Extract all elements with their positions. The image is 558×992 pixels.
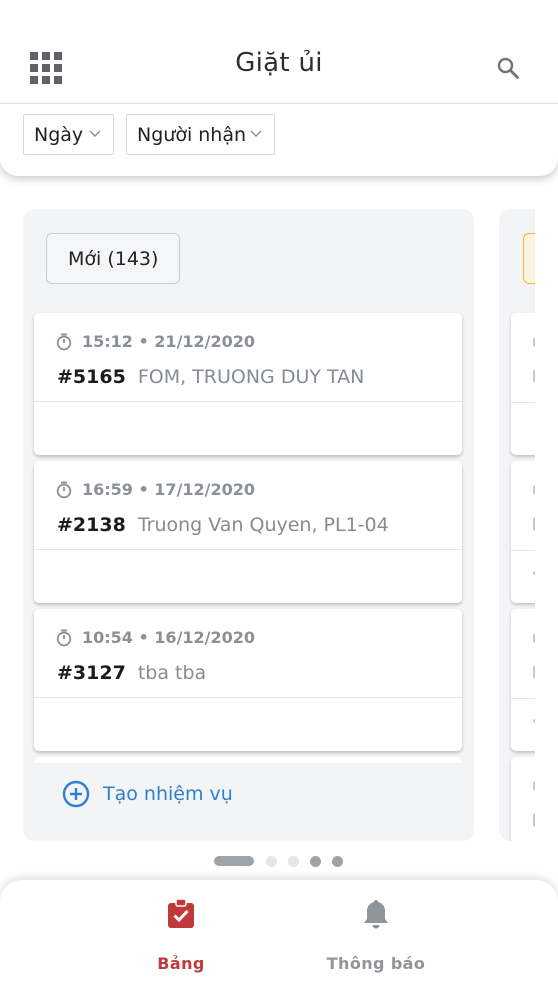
board-column-new: Mới (143) 15:12 • 21/12/2020 #5165 FOM, … xyxy=(23,209,474,841)
stopwatch-icon xyxy=(56,629,72,646)
task-card[interactable]: 15:12 • 21/12/2020 #5165 FOM, TRUONG DUY… xyxy=(34,313,462,455)
task-time: 10:54 • 16/12/2020 xyxy=(56,628,255,647)
clipboard-check-icon xyxy=(168,898,194,928)
pager-current[interactable] xyxy=(214,856,254,866)
stopwatch-icon xyxy=(56,481,72,498)
task-id: #5165 xyxy=(57,366,126,388)
assignee-filter-dropdown[interactable]: Người nhận xyxy=(126,114,275,155)
app-root: Giặt ủi Ngày Người nhận Mới (143) 15:12 … xyxy=(0,0,558,992)
task-card-body: 15:12 • 21/12/2020 #5165 FOM, TRUONG DUY… xyxy=(34,313,462,402)
task-card[interactable]: 10:54 • 16/12/2020 #3127 tba tba xyxy=(34,609,462,751)
nav-item-board[interactable]: Bảng xyxy=(121,898,241,973)
pager-dot[interactable] xyxy=(332,855,343,867)
task-time: 15:12 • 21/12/2020 xyxy=(56,332,255,351)
top-bar: Giặt ủi xyxy=(0,0,558,104)
create-task-button[interactable]: Tạo nhiệm vụ xyxy=(62,780,233,808)
column-pager[interactable] xyxy=(214,855,354,867)
task-title-line: #5165 FOM, TRUONG DUY TAN xyxy=(57,366,364,388)
task-card[interactable]: 16:59 • 17/12/2020 #2138 Truong Van Quye… xyxy=(34,461,462,603)
bell-icon xyxy=(364,900,388,929)
pager-dot[interactable] xyxy=(288,855,299,867)
column-header-button[interactable]: Mới (143) xyxy=(46,233,181,284)
task-time-text: 15:12 • 21/12/2020 xyxy=(82,332,256,351)
create-task-label: Tạo nhiệm vụ xyxy=(103,783,233,805)
date-filter-label: Ngày xyxy=(34,123,84,146)
task-id: #3127 xyxy=(57,662,126,684)
app-header: Giặt ủi Ngày Người nhận xyxy=(0,0,558,176)
date-filter-dropdown[interactable]: Ngày xyxy=(23,114,114,155)
task-card-body: 16:59 • 17/12/2020 #2138 Truong Van Quye… xyxy=(34,461,462,550)
task-card-body: 10:54 • 16/12/2020 #3127 tba tba xyxy=(34,609,462,698)
task-id: #2138 xyxy=(57,514,126,536)
assignee-filter-label: Người nhận xyxy=(137,123,247,146)
page-title: Giặt ủi xyxy=(235,48,323,78)
task-time: 16:59 • 17/12/2020 xyxy=(56,480,255,499)
viewport-edge xyxy=(535,190,558,850)
task-title-line: #3127 tba tba xyxy=(57,662,206,684)
task-description: Truong Van Quyen, PL1-04 xyxy=(137,514,389,536)
pager-dot[interactable] xyxy=(266,855,277,867)
chevron-down-icon xyxy=(89,130,101,137)
task-time-text: 10:54 • 16/12/2020 xyxy=(82,628,256,647)
nav-label-board: Bảng xyxy=(157,954,205,973)
bottom-navigation: Bảng Thông báo xyxy=(0,880,558,992)
pager-dot[interactable] xyxy=(310,855,321,867)
task-time-text: 16:59 • 17/12/2020 xyxy=(82,480,256,499)
plus-circle-icon xyxy=(62,780,90,808)
task-title-line: #2138 Truong Van Quyen, PL1-04 xyxy=(57,514,389,536)
search-icon[interactable] xyxy=(496,56,520,80)
task-description: FOM, TRUONG DUY TAN xyxy=(137,366,365,388)
stopwatch-icon xyxy=(56,333,72,350)
nav-label-notifications: Thông báo xyxy=(326,954,426,973)
chevron-down-icon xyxy=(250,130,262,137)
task-description: tba tba xyxy=(137,662,207,684)
nav-item-notifications[interactable]: Thông báo xyxy=(316,898,436,973)
task-card-partial[interactable] xyxy=(34,757,462,763)
